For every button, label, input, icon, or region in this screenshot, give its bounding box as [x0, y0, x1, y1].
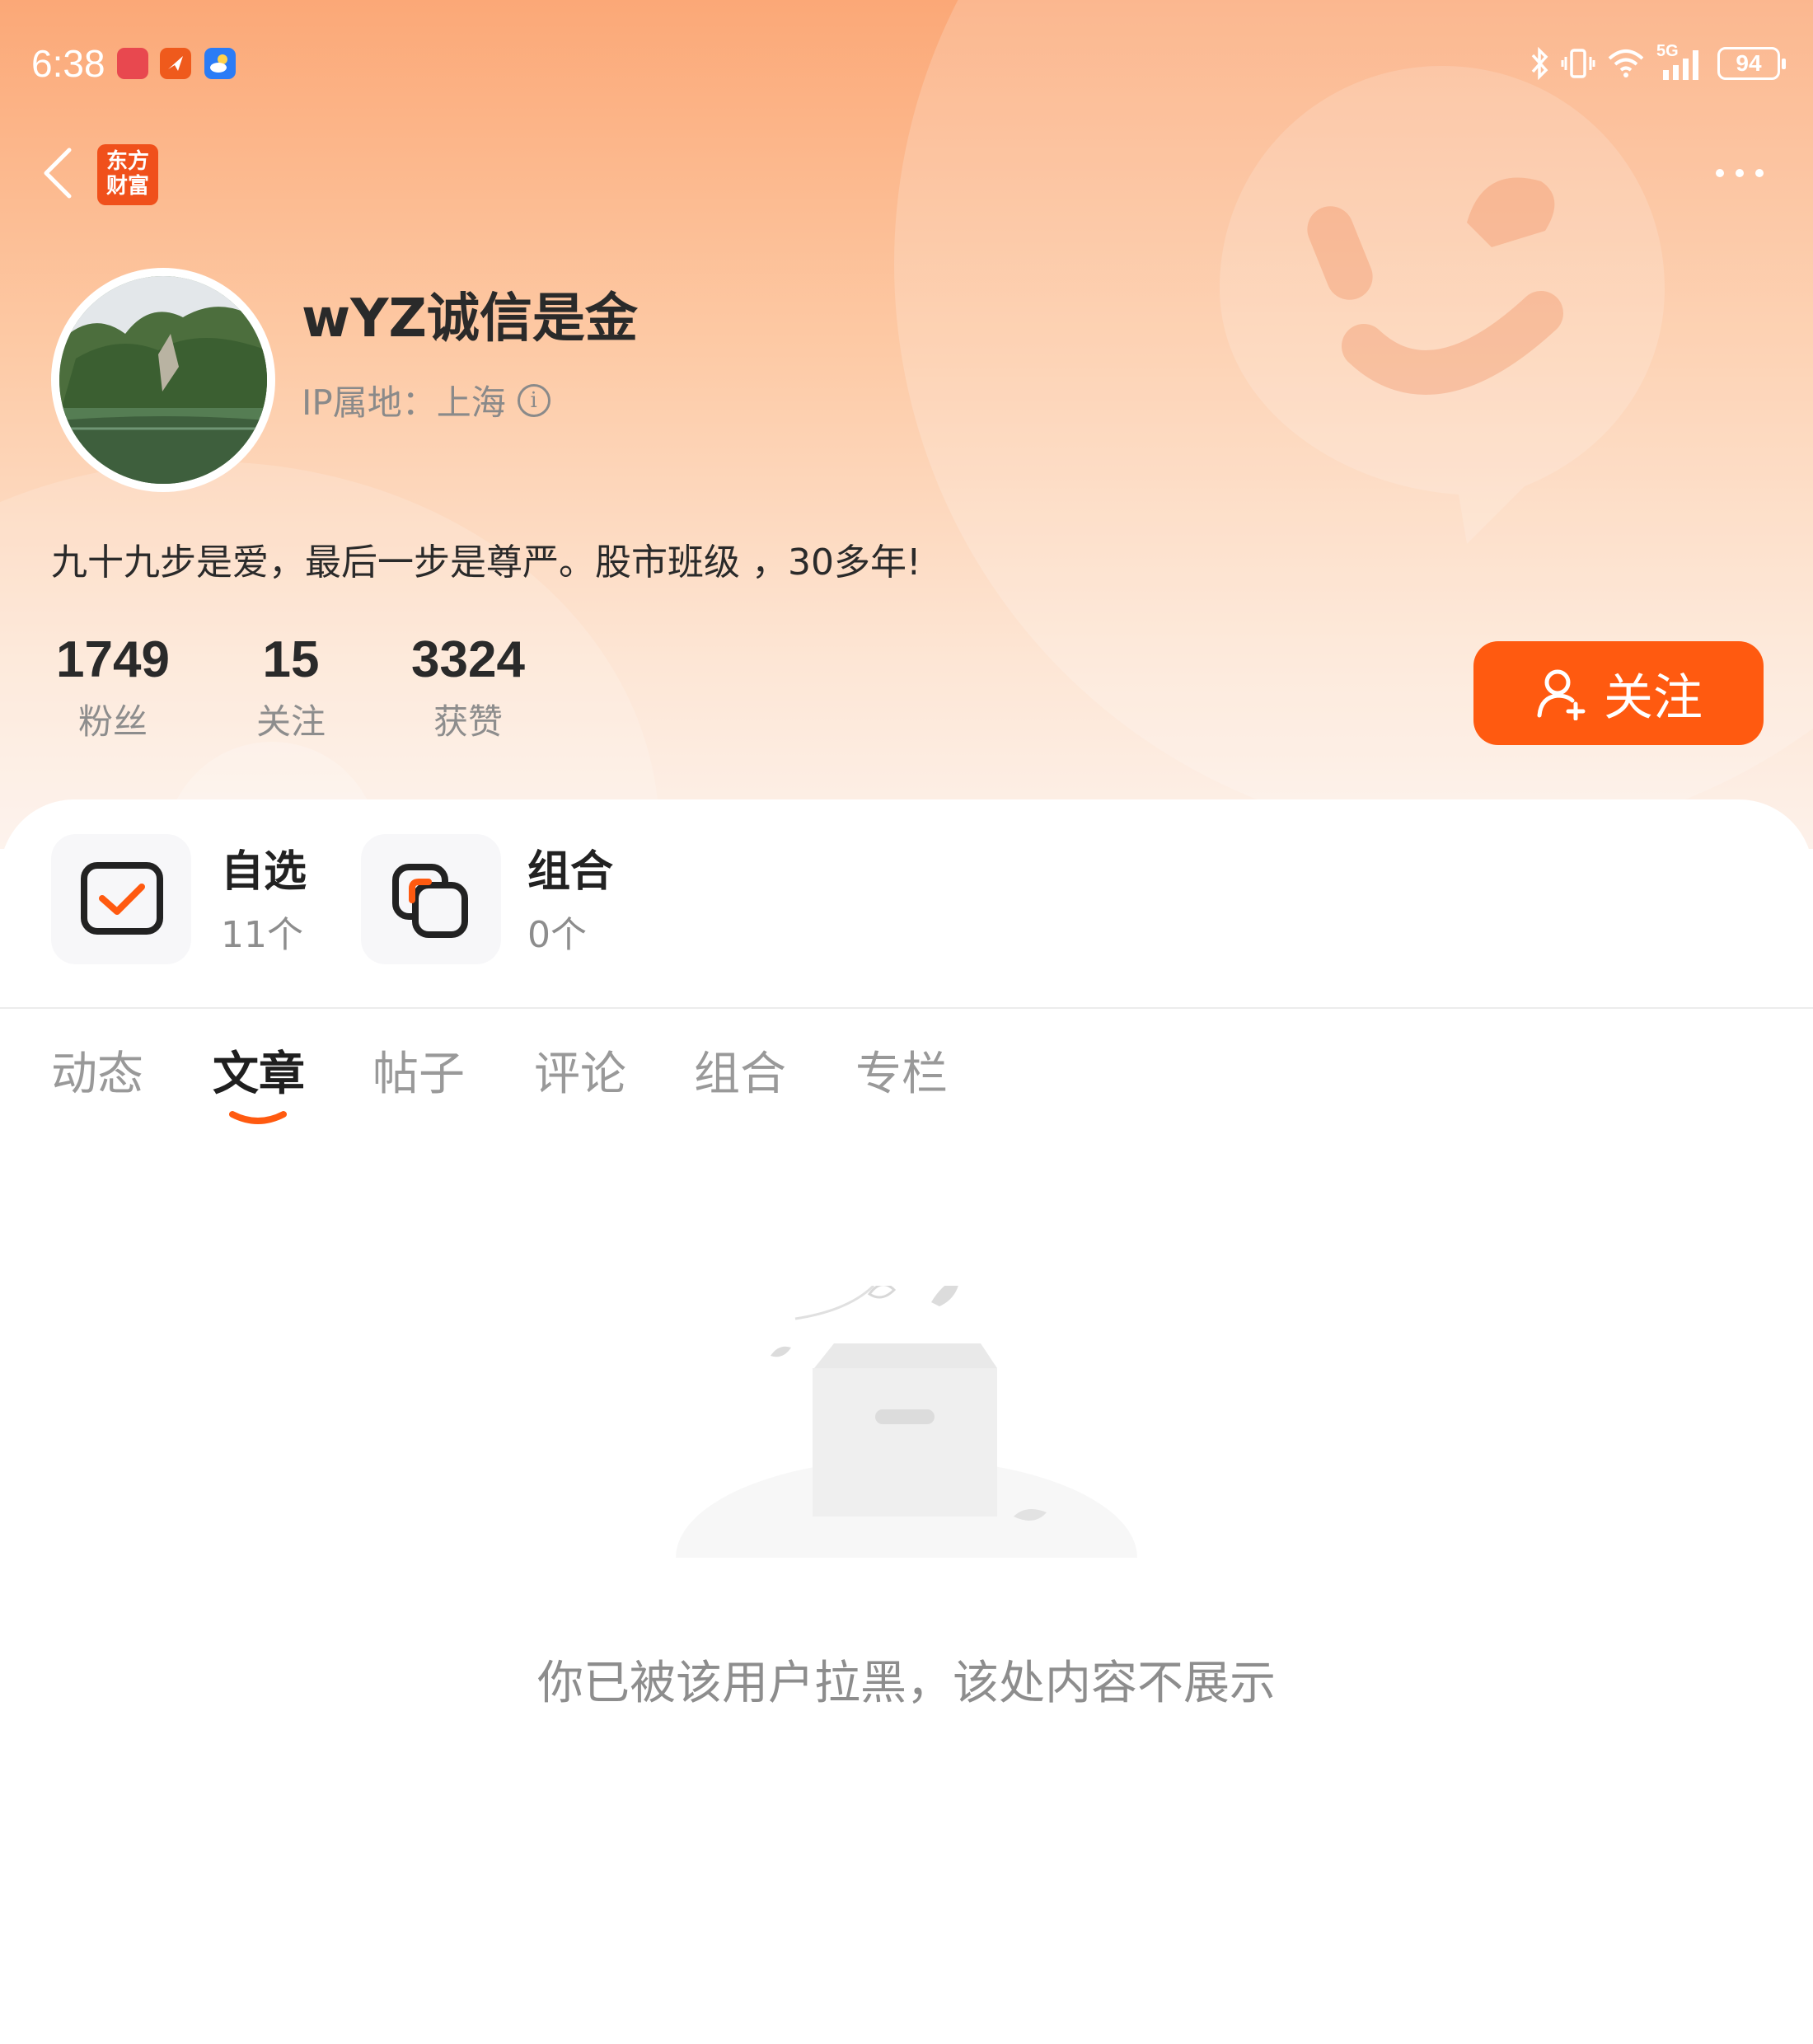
brand-logo-line2: 财富 — [105, 174, 149, 199]
blocked-message: 你已被该用户拉黑，该处内容不展示 — [537, 1657, 1276, 1710]
avatar[interactable] — [51, 268, 275, 492]
portfolio-icon — [392, 864, 468, 938]
back-arrow-icon[interactable] — [41, 147, 74, 199]
status-bar: 6:38 5G 94 — [0, 0, 1813, 132]
brand-logo-line1: 东方 — [105, 149, 149, 174]
status-time: 6:38 — [31, 42, 105, 85]
tab-portfolio[interactable]: 组合 — [694, 1037, 786, 1104]
profile-bio: 九十九步是爱，最后一步是尊严。股市班级 ，30多年! — [51, 541, 921, 584]
stat-label: 粉丝 — [77, 701, 148, 742]
status-icons: 5G 94 — [1530, 42, 1786, 84]
portfolio-count: 0个 — [527, 914, 587, 956]
follow-button-label: 关注 — [1604, 668, 1703, 727]
watchlist-title[interactable]: 自选 — [221, 837, 307, 898]
battery-indicator: 94 — [1717, 47, 1786, 80]
weather-app-notification-icon — [204, 48, 236, 79]
follow-button[interactable]: 关注 — [1473, 641, 1764, 745]
tab-articles[interactable]: 文章 — [213, 1037, 305, 1104]
empty-box-illustration — [659, 1286, 1154, 1574]
ip-location-text: IP属地：上海 — [302, 382, 506, 423]
stat-followers[interactable]: 1749 粉丝 — [51, 631, 175, 744]
stat-value: 15 — [262, 631, 320, 688]
cellular-signal-icon: 5G — [1656, 42, 1706, 82]
tab-posts[interactable]: 帖子 — [372, 1037, 465, 1104]
tab-updates[interactable]: 动态 — [51, 1037, 143, 1104]
stat-value: 1749 — [56, 631, 170, 688]
portfolio-tile[interactable] — [361, 834, 501, 964]
active-tab-indicator — [229, 1111, 287, 1124]
tab-comments[interactable]: 评论 — [534, 1037, 626, 1104]
bluetooth-icon — [1531, 47, 1548, 80]
username: wYZ诚信是金 — [302, 288, 638, 349]
watchlist-count: 11个 — [221, 914, 303, 956]
add-user-icon — [1537, 669, 1586, 720]
eastmoney-logo[interactable]: 东方 财富 — [97, 144, 158, 205]
ip-location: IP属地：上海 i — [302, 375, 550, 425]
more-options-icon[interactable] — [1716, 169, 1764, 177]
info-icon[interactable]: i — [517, 383, 550, 417]
section-divider — [0, 1007, 1813, 1009]
vibrate-icon — [1561, 49, 1595, 78]
smile-bubble-watermark-icon — [1220, 66, 1665, 544]
message-app-notification-icon — [160, 48, 191, 79]
stat-label: 关注 — [255, 701, 326, 742]
watchlist-tile[interactable] — [51, 834, 191, 964]
watchlist-check-icon — [81, 862, 163, 935]
stat-value: 3324 — [411, 631, 525, 688]
huawei-app-notification-icon — [117, 48, 148, 79]
tab-columns[interactable]: 专栏 — [855, 1037, 948, 1104]
wifi-icon — [1608, 49, 1644, 77]
portfolio-title[interactable]: 组合 — [527, 837, 613, 898]
stat-label: 获赞 — [433, 701, 503, 742]
stat-likes[interactable]: 3324 获赞 — [402, 631, 534, 744]
stat-following[interactable]: 15 关注 — [229, 631, 353, 744]
